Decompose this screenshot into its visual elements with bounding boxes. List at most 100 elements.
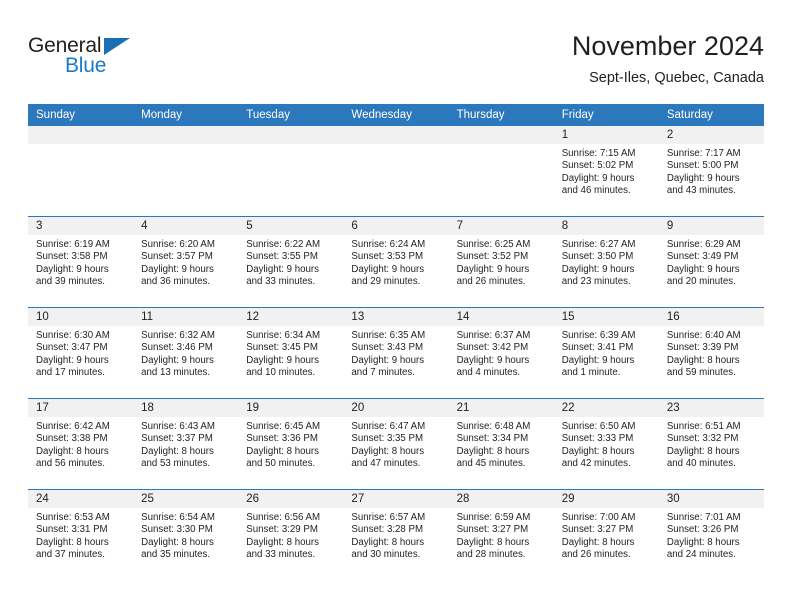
title-block: November 2024 Sept-Iles, Quebec, Canada (572, 30, 764, 88)
calendar-day-cell[interactable]: 2 Sunrise: 7:17 AM Sunset: 5:00 PM Daylight… (658, 126, 764, 217)
day-number: 28 (448, 490, 554, 508)
calendar-day-cell[interactable]: 17 Sunrise: 6:42 AM Sunset: 3:38 PM Dayligh… (28, 398, 134, 490)
day-number: 17 (28, 399, 134, 417)
day-number: 2 (658, 126, 764, 144)
calendar-day-cell[interactable]: 22 Sunrise: 6:50 AM Sunset: 3:33 PM Dayligh… (553, 398, 659, 490)
day-details: Sunrise: 6:59 AM Sunset: 3:27 PM Daylight:… (449, 508, 554, 561)
calendar-day-cell[interactable]: 30 Sunrise: 7:01 AM Sunset: 3:26 PM Dayligh… (658, 489, 764, 580)
daylight-duration-line1: Daylight: 8 hours (141, 536, 214, 548)
calendar-day-cell[interactable]: 7 Sunrise: 6:25 AM Sunset: 3:52 PM Daylight… (448, 216, 554, 308)
daylight-duration-line2: and 40 minutes. (666, 457, 736, 469)
sunrise-time: Sunrise: 6:24 AM (351, 239, 426, 250)
calendar-day-cell[interactable]: 26 Sunrise: 6:56 AM Sunset: 3:29 PM Dayligh… (238, 489, 344, 580)
day-cell-inner: 19 Sunrise: 6:45 AM Sunset: 3:36 PM Dayligh… (238, 399, 344, 489)
logo-word-blue: Blue (65, 54, 107, 77)
daylight-duration-line1: Daylight: 8 hours (666, 354, 740, 366)
calendar-day-cell[interactable]: 21 Sunrise: 6:48 AM Sunset: 3:34 PM Dayligh… (448, 398, 554, 490)
sunset-time: Sunset: 3:47 PM (36, 342, 108, 354)
daylight-duration-line2: and 26 minutes. (456, 275, 526, 287)
sunset-time: Sunset: 3:29 PM (246, 524, 318, 536)
calendar-day-cell[interactable]: 14 Sunrise: 6:37 AM Sunset: 3:42 PM Dayligh… (448, 307, 554, 399)
daylight-duration-line2: and 4 minutes. (456, 366, 521, 378)
sunset-time: Sunset: 3:50 PM (561, 251, 634, 263)
calendar-day-cell[interactable]: 15 Sunrise: 6:39 AM Sunset: 3:41 PM Dayligh… (553, 307, 659, 399)
day-number: 7 (448, 217, 554, 235)
day-cell-inner: 28 Sunrise: 6:59 AM Sunset: 3:27 PM Dayligh… (448, 490, 554, 580)
calendar-day-cell[interactable]: 28 Sunrise: 6:59 AM Sunset: 3:27 PM Dayligh… (448, 489, 554, 580)
calendar-day-cell[interactable]: 25 Sunrise: 6:54 AM Sunset: 3:30 PM Dayligh… (133, 489, 239, 580)
day-details: Sunrise: 6:35 AM Sunset: 3:43 PM Daylight:… (343, 326, 448, 379)
day-cell-inner: 23 Sunrise: 6:51 AM Sunset: 3:32 PM Dayligh… (658, 399, 764, 489)
calendar-day-cell[interactable]: 11 Sunrise: 6:32 AM Sunset: 3:46 PM Dayligh… (133, 307, 239, 399)
daylight-duration-line1: Daylight: 8 hours (561, 536, 635, 548)
daylight-duration-line2: and 43 minutes. (666, 184, 736, 196)
sunset-time: Sunset: 3:28 PM (351, 524, 424, 536)
day-details: Sunrise: 7:15 AM Sunset: 5:02 PM Daylight:… (554, 144, 659, 197)
day-number: 21 (448, 399, 554, 417)
sunset-time: Sunset: 3:42 PM (456, 342, 529, 354)
day-number: 13 (343, 308, 449, 326)
calendar-day-cell[interactable]: 3 Sunrise: 6:19 AM Sunset: 3:58 PM Daylight… (28, 216, 134, 308)
calendar-day-cell[interactable]: 4 Sunrise: 6:20 AM Sunset: 3:57 PM Daylight… (133, 216, 239, 308)
daylight-duration-line2: and 24 minutes. (666, 548, 736, 560)
calendar-day-cell[interactable]: 13 Sunrise: 6:35 AM Sunset: 3:43 PM Dayligh… (343, 307, 449, 399)
sunrise-time: Sunrise: 6:56 AM (246, 512, 321, 523)
calendar-day-cell[interactable]: 10 Sunrise: 6:30 AM Sunset: 3:47 PM Dayligh… (28, 307, 134, 399)
calendar-day-cell[interactable]: 12 Sunrise: 6:34 AM Sunset: 3:45 PM Dayligh… (238, 307, 344, 399)
sunrise-time: Sunrise: 6:57 AM (351, 512, 426, 523)
calendar-day-cell[interactable]: 20 Sunrise: 6:47 AM Sunset: 3:35 PM Dayligh… (343, 398, 449, 490)
calendar-day-cell[interactable]: 16 Sunrise: 6:40 AM Sunset: 3:39 PM Dayligh… (658, 307, 764, 399)
sunset-time: Sunset: 3:30 PM (141, 524, 213, 536)
daylight-duration-line1: Daylight: 8 hours (456, 536, 530, 548)
calendar-week-row: 17 Sunrise: 6:42 AM Sunset: 3:38 PM Dayligh… (28, 398, 764, 490)
day-number: 6 (343, 217, 449, 235)
daylight-duration-line1: Daylight: 8 hours (141, 445, 214, 457)
sunrise-time: Sunrise: 6:25 AM (456, 239, 531, 250)
calendar-day-cell[interactable]: 9 Sunrise: 6:29 AM Sunset: 3:49 PM Daylight… (658, 216, 764, 308)
calendar-day-cell[interactable]: 24 Sunrise: 6:53 AM Sunset: 3:31 PM Dayligh… (28, 489, 134, 580)
day-number (28, 126, 134, 144)
calendar-day-cell[interactable]: 23 Sunrise: 6:51 AM Sunset: 3:32 PM Dayligh… (658, 398, 764, 490)
daylight-duration-line2: and 1 minute. (561, 366, 621, 378)
day-details: Sunrise: 6:39 AM Sunset: 3:41 PM Daylight:… (554, 326, 659, 379)
calendar-day-cell[interactable]: 1 Sunrise: 7:15 AM Sunset: 5:02 PM Daylight… (553, 126, 659, 217)
weekday-header-monday: Monday (133, 104, 239, 126)
day-details: Sunrise: 6:45 AM Sunset: 3:36 PM Daylight:… (238, 417, 343, 470)
calendar-day-cell[interactable]: 5 Sunrise: 6:22 AM Sunset: 3:55 PM Daylight… (238, 216, 344, 308)
day-cell-inner (28, 126, 134, 216)
weekday-header-wednesday: Wednesday (343, 104, 449, 126)
day-number: 15 (553, 308, 659, 326)
day-details: Sunrise: 6:37 AM Sunset: 3:42 PM Daylight:… (449, 326, 554, 379)
daylight-duration-line2: and 29 minutes. (351, 275, 421, 287)
calendar-day-cell[interactable]: 27 Sunrise: 6:57 AM Sunset: 3:28 PM Dayligh… (343, 489, 449, 580)
sunrise-time: Sunrise: 6:39 AM (561, 330, 636, 341)
weekday-header-sunday: Sunday (28, 104, 134, 126)
calendar-day-cell[interactable]: 19 Sunrise: 6:45 AM Sunset: 3:36 PM Dayligh… (238, 398, 344, 490)
calendar-day-cell[interactable]: 18 Sunrise: 6:43 AM Sunset: 3:37 PM Dayligh… (133, 398, 239, 490)
calendar-day-cell[interactable]: 29 Sunrise: 7:00 AM Sunset: 3:27 PM Dayligh… (553, 489, 659, 580)
general-blue-logo[interactable]: General Blue (28, 34, 158, 86)
calendar-day-cell[interactable]: 8 Sunrise: 6:27 AM Sunset: 3:50 PM Daylight… (553, 216, 659, 308)
calendar-cell-empty (133, 126, 239, 217)
sunset-time: Sunset: 3:58 PM (36, 251, 108, 263)
day-cell-inner: 4 Sunrise: 6:20 AM Sunset: 3:57 PM Daylight… (133, 217, 239, 307)
daylight-duration-line1: Daylight: 8 hours (36, 445, 109, 457)
daylight-duration-line2: and 59 minutes. (666, 366, 736, 378)
daylight-duration-line2: and 53 minutes. (141, 457, 211, 469)
daylight-duration-line2: and 46 minutes. (561, 184, 631, 196)
day-number: 14 (448, 308, 554, 326)
day-cell-inner: 11 Sunrise: 6:32 AM Sunset: 3:46 PM Dayligh… (133, 308, 239, 398)
sunrise-time: Sunrise: 7:00 AM (561, 512, 636, 523)
daylight-duration-line2: and 26 minutes. (561, 548, 631, 560)
day-details: Sunrise: 6:20 AM Sunset: 3:57 PM Daylight:… (133, 235, 238, 288)
sunset-time: Sunset: 5:00 PM (666, 160, 739, 172)
day-cell-inner: 15 Sunrise: 6:39 AM Sunset: 3:41 PM Dayligh… (553, 308, 659, 398)
sunrise-time: Sunrise: 6:30 AM (36, 330, 110, 341)
day-number: 27 (343, 490, 449, 508)
day-details: Sunrise: 6:54 AM Sunset: 3:30 PM Daylight:… (133, 508, 238, 561)
day-number: 16 (658, 308, 764, 326)
day-cell-inner: 13 Sunrise: 6:35 AM Sunset: 3:43 PM Dayligh… (343, 308, 449, 398)
calendar-day-cell[interactable]: 6 Sunrise: 6:24 AM Sunset: 3:53 PM Daylight… (343, 216, 449, 308)
weekday-header-row: Sunday Monday Tuesday Wednesday Thursday… (28, 104, 764, 126)
daylight-duration-line2: and 33 minutes. (246, 548, 316, 560)
